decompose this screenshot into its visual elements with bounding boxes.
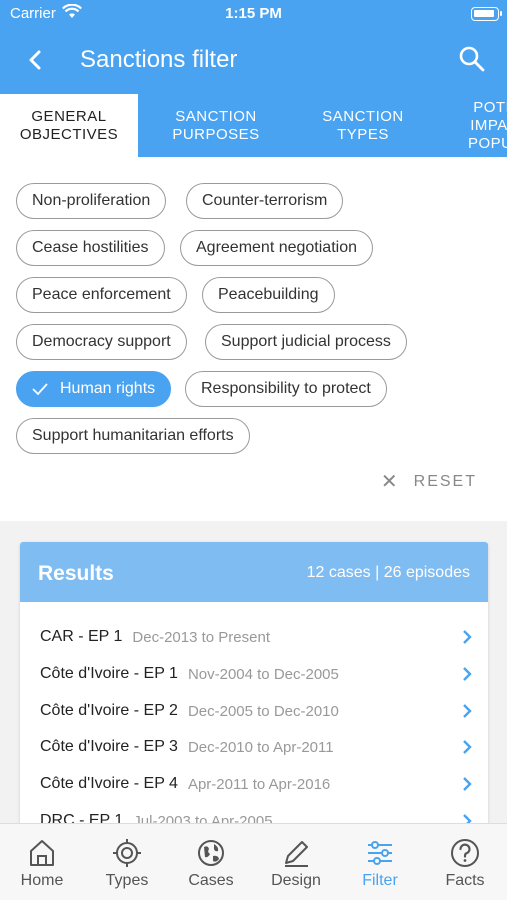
tabbar-item-facts[interactable]: Facts [423, 824, 507, 900]
battery-icon [471, 7, 502, 21]
clock: 1:15 PM [225, 5, 282, 22]
chip-cease-hostilities[interactable]: Cease hostilities [16, 230, 165, 266]
checkmark-icon [32, 383, 48, 396]
chip-counter-terrorism[interactable]: Counter-terrorism [186, 183, 344, 219]
back-chevron-icon[interactable] [22, 46, 50, 74]
results-header: Results 12 cases | 26 episodes [20, 542, 488, 602]
list-item[interactable]: Côte d'Ivoire - EP 3 Dec-2010 to Apr-201… [40, 729, 474, 765]
page-title: Sanctions filter [80, 46, 238, 73]
chevron-right-icon [463, 740, 472, 754]
chip-human-rights[interactable]: Human rights [16, 371, 172, 407]
home-icon [30, 840, 54, 866]
tabbar-item-cases[interactable]: Cases [169, 824, 253, 900]
help-icon [451, 839, 479, 867]
chip-support-judicial-process[interactable]: Support judicial process [205, 324, 407, 360]
filter-category-tabs: GENERAL OBJECTIVES SANCTION PURPOSES SAN… [0, 94, 507, 157]
list-item[interactable]: Côte d'Ivoire - EP 4 Apr-2011 to Apr-201… [40, 766, 474, 802]
filter-chips-panel: Non-proliferation Counter-terrorism Ceas… [0, 157, 507, 521]
chip-democracy-support[interactable]: Democracy support [16, 324, 187, 360]
navigation-bar: Sanctions filter [0, 28, 507, 94]
status-bar: Carrier 1:15 PM [0, 0, 507, 28]
tab-general-objectives[interactable]: GENERAL OBJECTIVES [0, 94, 138, 157]
chip-responsibility-to-protect[interactable]: Responsibility to protect [185, 371, 387, 407]
pencil-icon [285, 841, 308, 867]
sliders-icon [368, 841, 392, 865]
tab-potential-impact-population[interactable]: POTE IMPAC POPUL [441, 94, 507, 157]
results-title: Results [38, 562, 114, 585]
bottom-tab-bar: Home Types Cases Design Filter Facts [0, 823, 507, 900]
chevron-right-icon [463, 704, 472, 718]
globe-icon [198, 840, 224, 866]
list-item[interactable]: CAR - EP 1 Dec-2013 to Present [40, 619, 474, 655]
search-icon[interactable] [457, 44, 487, 74]
list-item[interactable]: Côte d'Ivoire - EP 2 Dec-2005 to Dec-201… [40, 693, 474, 729]
chip-non-proliferation[interactable]: Non-proliferation [16, 183, 167, 219]
chip-support-humanitarian-efforts[interactable]: Support humanitarian efforts [16, 418, 250, 454]
chevron-right-icon [463, 667, 472, 681]
chip-peacebuilding[interactable]: Peacebuilding [202, 277, 335, 313]
tabbar-item-filter[interactable]: Filter [338, 824, 422, 900]
chevron-right-icon [463, 777, 472, 791]
target-icon [113, 839, 141, 867]
reset-button[interactable]: ✕ RESET [381, 469, 477, 494]
list-item[interactable]: Côte d'Ivoire - EP 1 Nov-2004 to Dec-200… [40, 656, 474, 692]
chip-agreement-negotiation[interactable]: Agreement negotiation [180, 230, 373, 266]
tabbar-item-design[interactable]: Design [254, 824, 338, 900]
chip-peace-enforcement[interactable]: Peace enforcement [16, 277, 187, 313]
tabbar-item-types[interactable]: Types [85, 824, 169, 900]
results-card: Results 12 cases | 26 episodes CAR - EP … [20, 542, 488, 832]
tab-sanction-types[interactable]: SANCTION TYPES [294, 94, 432, 157]
tabbar-item-home[interactable]: Home [0, 824, 84, 900]
chevron-right-icon [463, 630, 472, 644]
tab-sanction-purposes[interactable]: SANCTION PURPOSES [147, 94, 285, 157]
results-count: 12 cases | 26 episodes [306, 564, 470, 581]
close-icon: ✕ [380, 471, 398, 493]
